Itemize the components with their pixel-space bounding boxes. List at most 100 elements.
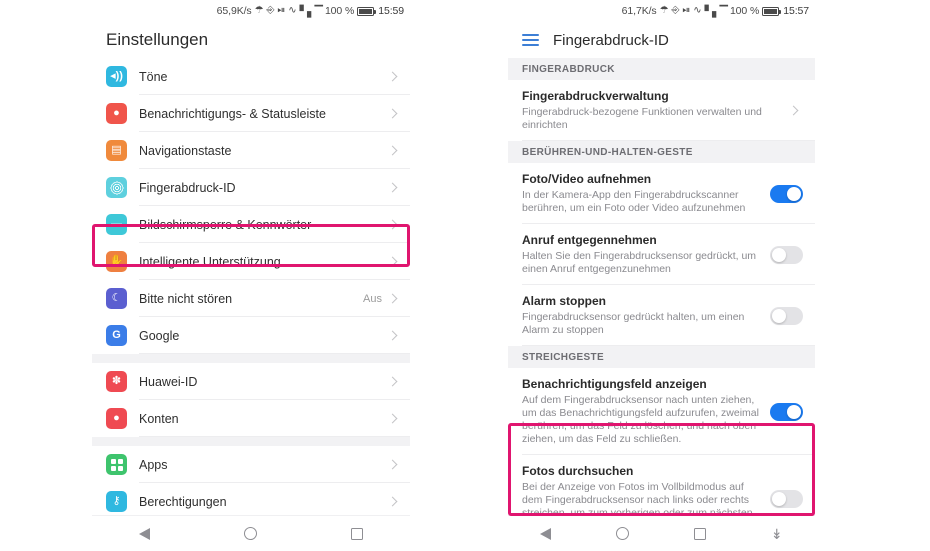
- left-nav-bar: [92, 515, 410, 551]
- preference-control: [770, 306, 803, 325]
- bluetooth-icon: ☂: [659, 5, 669, 16]
- settings-row[interactable]: ▬ Bildschirmsperre & Kennwörter: [92, 206, 410, 243]
- toggle-switch[interactable]: [770, 184, 803, 203]
- settings-row-label: Apps: [139, 457, 168, 472]
- hamburger-menu-icon[interactable]: [522, 34, 539, 46]
- preference-title: Fotos durchsuchen: [522, 464, 634, 478]
- toggle-knob: [787, 186, 801, 201]
- collapse-icon[interactable]: ↡: [771, 527, 783, 541]
- left-title-bar: Einstellungen: [92, 22, 410, 58]
- settings-row-label: Navigationstaste: [139, 143, 232, 158]
- preference-texts: Benachrichtigungsfeld anzeigen Auf dem Fi…: [522, 377, 762, 446]
- preference-row[interactable]: Benachrichtigungsfeld anzeigen Auf dem Fi…: [508, 368, 815, 455]
- home-icon[interactable]: [616, 527, 630, 540]
- google-icon: G: [106, 325, 127, 346]
- settings-row-label: Töne: [139, 69, 168, 84]
- preference-row[interactable]: Foto/Video aufnehmen In der Kamera-App de…: [508, 163, 815, 224]
- preference-row[interactable]: Anruf entgegennehmen Halten Sie den Finge…: [508, 224, 815, 285]
- toggle-knob: [772, 308, 786, 323]
- right-status-bar: 61,7K/s ☂ ⎆ ⏯ ∿ ▘▖▔ 100 % 15:57: [508, 0, 815, 22]
- speaker-icon: ◂)): [106, 66, 127, 87]
- toggle-knob: [772, 491, 786, 506]
- settings-row-label: Huawei-ID: [139, 374, 198, 389]
- preference-title: Fingerabdruckverwaltung: [522, 89, 669, 103]
- preference-row[interactable]: Fingerabdruckverwaltung Fingerabdruck-bez…: [508, 80, 815, 141]
- preference-title: Benachrichtigungsfeld anzeigen: [522, 377, 707, 391]
- chevron-right-icon: [387, 256, 398, 267]
- network-speed: 65,9K/s: [216, 5, 252, 17]
- screenshot-canvas: 65,9K/s ☂ ⎆ ⏯ ∿ ▘▖▔ 100 % 15:59 Einstell…: [0, 0, 930, 551]
- recents-icon[interactable]: [694, 527, 707, 540]
- settings-list[interactable]: ◂)) Töne ● Benachrichtigungs- & Statusleist…: [92, 58, 410, 520]
- chevron-right-icon: [387, 108, 398, 119]
- settings-row[interactable]: ☾ Bitte nicht stören Aus: [92, 280, 410, 317]
- apps-grid-icon: [106, 454, 127, 475]
- battery-percent: 100 %: [729, 5, 760, 17]
- toggle-switch[interactable]: [770, 306, 803, 325]
- settings-row[interactable]: ● Benachrichtigungs- & Statusleiste: [92, 95, 410, 132]
- battery-icon: [762, 6, 782, 16]
- settings-row[interactable]: G Google: [92, 317, 410, 354]
- preference-texts: Alarm stoppen Fingerabdrucksensor gedrück…: [522, 294, 762, 337]
- fingerprint-settings-list[interactable]: FINGERABDRUCK Fingerabdruckverwaltung Fing…: [508, 58, 815, 542]
- chevron-right-icon: [387, 496, 398, 507]
- nfc-icon: ⎆: [671, 5, 680, 16]
- signal-icon: ▘▖▔: [299, 5, 323, 18]
- settings-row-label: Fingerabdruck-ID: [139, 180, 236, 195]
- battery-percent: 100 %: [324, 5, 355, 17]
- battery-icon: [357, 6, 377, 16]
- settings-row-label: Benachrichtigungs- & Statusleiste: [139, 106, 326, 121]
- chevron-right-icon: [387, 330, 398, 341]
- section-header: FINGERABDRUCK: [508, 58, 815, 80]
- settings-row-label: Intelligente Unterstützung: [139, 254, 281, 269]
- preference-subtitle: Fingerabdrucksensor gedrückt halten, um …: [522, 311, 745, 336]
- nfc-icon: ⎆: [266, 5, 275, 16]
- preference-control: [770, 184, 803, 203]
- wifi-icon: ∿: [288, 5, 297, 16]
- chevron-right-icon: [387, 413, 398, 424]
- preference-row[interactable]: Alarm stoppen Fingerabdrucksensor gedrück…: [508, 285, 815, 346]
- toggle-switch[interactable]: [770, 402, 803, 421]
- row-divider: [522, 345, 815, 346]
- bell-icon: ●: [106, 103, 127, 124]
- toggle-switch[interactable]: [770, 489, 803, 508]
- settings-row[interactable]: ✋ Intelligente Unterstützung: [92, 243, 410, 280]
- settings-row[interactable]: ◂)) Töne: [92, 58, 410, 95]
- fingerprint-icon: [106, 177, 127, 198]
- section-header: STREICHGESTE: [508, 346, 815, 368]
- settings-row[interactable]: Fingerabdruck-ID: [92, 169, 410, 206]
- bluetooth-icon: ☂: [254, 5, 264, 16]
- toggle-switch[interactable]: [770, 245, 803, 264]
- row-divider: [139, 353, 410, 354]
- chevron-right-icon: [387, 71, 398, 82]
- lock-icon: ▬: [106, 214, 127, 235]
- key-icon: ⚷: [106, 491, 127, 512]
- chevron-right-icon: [387, 182, 398, 193]
- huawei-logo-icon: ✽: [106, 371, 127, 392]
- settings-row-label: Google: [139, 328, 180, 343]
- row-divider: [139, 436, 410, 437]
- row-divider: [522, 140, 815, 141]
- chevron-right-icon: [387, 145, 398, 156]
- chevron-right-icon: [387, 376, 398, 387]
- left-status-bar: 65,9K/s ☂ ⎆ ⏯ ∿ ▘▖▔ 100 % 15:59: [92, 0, 410, 22]
- preference-control: [788, 105, 803, 116]
- clock: 15:57: [783, 5, 809, 17]
- settings-row[interactable]: ● Konten: [92, 400, 410, 437]
- navigation-key-icon: ▤: [106, 140, 127, 161]
- home-icon[interactable]: [244, 527, 257, 540]
- preference-title: Alarm stoppen: [522, 294, 607, 308]
- account-icon: ●: [106, 408, 127, 429]
- preference-texts: Foto/Video aufnehmen In der Kamera-App de…: [522, 172, 762, 215]
- recents-icon[interactable]: [351, 527, 363, 540]
- settings-row[interactable]: Apps: [92, 446, 410, 483]
- back-icon[interactable]: [139, 527, 150, 540]
- right-nav-bar: ↡: [508, 515, 815, 551]
- preference-subtitle: Halten Sie den Fingerabdrucksensor gedrü…: [522, 250, 757, 275]
- clock: 15:59: [378, 5, 404, 17]
- back-icon[interactable]: [540, 527, 552, 540]
- preference-texts: Anruf entgegennehmen Halten Sie den Finge…: [522, 233, 762, 276]
- settings-row[interactable]: ✽ Huawei-ID: [92, 363, 410, 400]
- settings-row[interactable]: ▤ Navigationstaste: [92, 132, 410, 169]
- preference-subtitle: Auf dem Fingerabdrucksensor nach unten z…: [522, 394, 759, 445]
